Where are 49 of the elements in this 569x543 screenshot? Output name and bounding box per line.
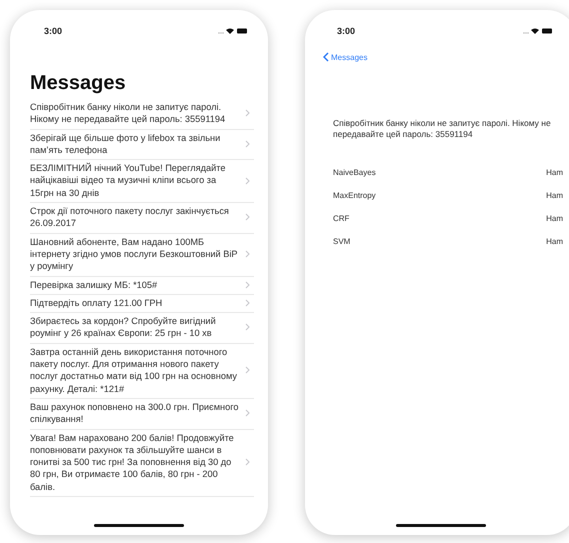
back-button[interactable]: Messages: [323, 52, 569, 62]
message-row[interactable]: Шановний абоненте, Вам надано 100МБ інтернету згідно умов послуги Безкоштовний ВіP у роумінгу: [30, 234, 254, 277]
message-row[interactable]: Строк дії поточного пакету послуг закінчується 26.09.2017: [30, 203, 254, 234]
status-time: 3:00: [44, 26, 62, 36]
message-text: Зберігай ще більше фото у lifebox та звільни пам’ять телефона: [30, 132, 222, 156]
screen-title: Messages: [30, 72, 127, 95]
message-text: Завтра останній день використання поточного пакету послуг. Для отримання нового пакету послуг достатньо мати від 100 грн на основному рахунку. Деталі: *121#: [30, 346, 238, 395]
message-text: Співробітник банку ніколи не запитує паролі. Нікому не передавайте цей пароль: 35591194: [30, 101, 226, 126]
classification-label: Ham: [546, 214, 563, 223]
classification-label: Ham: [546, 191, 563, 200]
message-text: Співробітник банку ніколи не запитує паролі. Нікому не передавайте цей пароль: 35591194: [333, 118, 552, 140]
message-row[interactable]: Перевірка залишку МБ: *105#: [30, 276, 254, 295]
classification-label: Ham: [546, 237, 563, 246]
back-chevron-icon: [323, 52, 329, 62]
classifier-name: NaiveBayes: [333, 168, 376, 177]
chevron-icon: [245, 176, 250, 185]
status-icons: [218, 27, 248, 35]
message-row[interactable]: БЕЗЛІМІТНИЙ нічний YouTube! Переглядайте найцікавіші відео та музичні кліпи всього за 15грн на 30 днів: [30, 160, 254, 204]
message-text: Строк дії поточного пакету послуг закінчується 26.09.2017: [30, 205, 230, 230]
message-row[interactable]: Зберігай ще більше фото у lifebox та звільни пам’ять телефона: [30, 130, 254, 160]
chevron-icon: [245, 458, 250, 466]
message-row[interactable]: Підтвердіть оплату 121.00 ГРН: [30, 294, 254, 314]
message-row[interactable]: Завтра останній день використання поточного пакету послуг. Для отримання нового пакету послуг достатньо мати від 100 грн на основному рахунку. Деталі: *121#: [30, 344, 254, 399]
message-text: Шановний абоненте, Вам надано 100МБ інтернету згідно умов послуги Безкоштовний ВіP у роумінгу: [30, 236, 238, 273]
classification-label: Ham: [546, 168, 563, 177]
chevron-icon: [245, 366, 250, 374]
message-text: БЕЗЛІМІТНИЙ нічний YouTube! Переглядайте найцікавіші відео та музичні кліпи всього за 15грн на 30 днів: [30, 162, 226, 200]
classifier-name: MaxEntropy: [333, 191, 376, 200]
message-text: Підтвердіть оплату 121.00 ГРН: [30, 296, 164, 310]
message-row[interactable]: Співробітник банку ніколи не запитує паролі. Нікому не передавайте цей пароль: 35591194: [30, 99, 254, 130]
chevron-icon: [245, 109, 250, 118]
chevron-icon: [245, 323, 250, 332]
message-text: Увага! Вам нараховано 200 балів! Продовжуйте поповнювати рахунок та збільшуйте шанси в гонитві за 500 тис грн! За поповнення від 30 до 80 грн, Ви отримаєте 100 балів, 80 грн - 200 балів.: [30, 432, 235, 494]
chevron-icon: [245, 280, 250, 289]
chevron-icon: [245, 250, 250, 258]
chevron-icon: [245, 213, 250, 222]
message-row[interactable]: Увага! Вам нараховано 200 балів! Продовжуйте поповнювати рахунок та збільшуйте шанси в гонитві за 500 тис грн! За поповнення від 30 до 80 грн, Ви отримаєте 100 балів, 80 грн - 200 балів.: [30, 430, 254, 498]
message-text: Перевірка залишку МБ: *105#: [30, 278, 158, 291]
message-row[interactable]: Збираєтесь за кордон? Спробуйте вигідний роумінг у 26 країнах Європи: 25 грн - 10 хв: [30, 313, 254, 344]
chevron-icon: [245, 140, 250, 148]
classifier-name: SVM: [333, 237, 350, 246]
classifier-name: CRF: [333, 214, 350, 223]
message-row[interactable]: Ваш рахунок поповнено на 300.0 грн. Приємного спілкування!: [30, 398, 254, 430]
chevron-icon: [245, 409, 250, 418]
chevron-icon: [245, 299, 250, 307]
message-text: Ваш рахунок поповнено на 300.0 грн. Приємного спілкування!: [30, 400, 240, 426]
status-icons: [523, 27, 553, 35]
message-text: Збираєтесь за кордон? Спробуйте вигідний роумінг у 26 країнах Європи: 25 грн - 10 хв: [30, 315, 217, 340]
status-time: 3:00: [337, 26, 356, 36]
